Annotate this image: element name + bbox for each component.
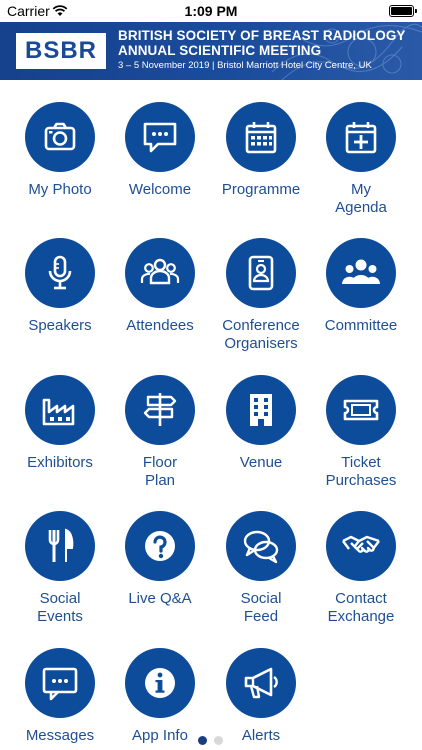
handshake-icon [342, 535, 380, 553]
factory-circle[interactable] [25, 375, 95, 445]
menu-tile-venue[interactable]: Venue [206, 375, 316, 505]
menu-tile-exhibitors[interactable]: Exhibitors [5, 375, 115, 505]
menu-tile-social-feed[interactable]: Social Feed [206, 511, 316, 641]
camera-circle[interactable] [25, 102, 95, 172]
menu-tile-my-photo[interactable]: My Photo [5, 102, 115, 232]
menu-tile-conference-organisers[interactable]: Conference Organisers [206, 238, 316, 368]
people-group-icon [140, 258, 180, 285]
menu-tile-label: My Photo [28, 181, 92, 198]
menu-tile-label: Contact Exchange [327, 590, 395, 625]
banner-title-line1: BRITISH SOCIETY OF BREAST RADIOLOGY [118, 28, 406, 43]
signpost-circle[interactable] [125, 375, 195, 445]
team-icon [341, 259, 381, 284]
camera-icon [44, 122, 76, 151]
team-circle[interactable] [326, 238, 396, 308]
menu-tile-messages[interactable]: Messages [5, 648, 115, 750]
menu-tile-speakers[interactable]: Speakers [5, 238, 115, 368]
menu-tile-label: My Agenda [335, 181, 387, 216]
menu-tile-label: Venue [239, 454, 283, 471]
menu-tile-app-info[interactable]: App Info [105, 648, 215, 750]
ticket-circle[interactable] [326, 375, 396, 445]
id-badge-circle[interactable] [226, 238, 296, 308]
factory-icon [42, 398, 75, 426]
id-badge-icon [248, 255, 274, 291]
menu-tile-welcome[interactable]: Welcome [105, 102, 215, 232]
menu-tile-label: Conference Organisers [222, 317, 300, 352]
question-icon [145, 531, 175, 561]
building-icon [250, 394, 272, 426]
battery-icon [389, 5, 417, 17]
banner-title-line2: ANNUAL SCIENTIFIC MEETING [118, 42, 322, 58]
menu-tile-ticket-purchases[interactable]: Ticket Purchases [306, 375, 416, 505]
page-dot-inactive[interactable] [214, 736, 223, 745]
menu-tile-floor-plan[interactable]: Floor Plan [105, 375, 215, 505]
menu-tile-contact-exchange[interactable]: Contact Exchange [306, 511, 416, 641]
menu-tile-label: Ticket Purchases [325, 454, 397, 489]
menu-tile-label: Social Feed [240, 590, 282, 625]
menu-tile-live-q-a[interactable]: Live Q&A [105, 511, 215, 641]
menu-tile-alerts[interactable]: Alerts [206, 648, 316, 750]
message-icon [42, 667, 78, 701]
menu-tile-label: Welcome [128, 181, 192, 198]
menu-tile-label: Attendees [126, 317, 194, 334]
event-banner: BSBR BRITISH SOCIETY OF BREAST RADIOLOGY… [0, 22, 422, 80]
calendar-add-circle[interactable] [326, 102, 396, 172]
menu-tile-social-events[interactable]: Social Events [5, 511, 115, 641]
menu-tile-label: Live Q&A [128, 590, 192, 607]
status-time: 1:09 PM [184, 3, 238, 19]
info-icon [145, 668, 175, 698]
info-circle[interactable] [125, 648, 195, 718]
signpost-icon [143, 393, 177, 426]
microphone-circle[interactable] [25, 238, 95, 308]
speech-bubble-icon [143, 122, 177, 153]
menu-tile-committee[interactable]: Committee [306, 238, 416, 368]
calendar-circle[interactable] [226, 102, 296, 172]
status-bar: Carrier 1:09 PM [0, 0, 422, 22]
chat-bubbles-icon [243, 530, 279, 564]
banner-title: BRITISH SOCIETY OF BREAST RADIOLOGY ANNU… [118, 28, 406, 58]
menu-tile-label: Programme [221, 181, 301, 198]
handshake-circle[interactable] [326, 511, 396, 581]
menu-tile-label: Speakers [28, 317, 92, 334]
ticket-icon [343, 399, 379, 421]
cutlery-circle[interactable] [25, 511, 95, 581]
question-circle[interactable] [125, 511, 195, 581]
megaphone-icon [244, 667, 278, 699]
megaphone-circle[interactable] [226, 648, 296, 718]
cutlery-icon [48, 528, 74, 562]
menu-tile-label: Committee [324, 317, 398, 334]
speech-bubble-circle[interactable] [125, 102, 195, 172]
calendar-add-icon [345, 122, 377, 154]
people-group-circle[interactable] [125, 238, 195, 308]
menu-tile-programme[interactable]: Programme [206, 102, 316, 232]
banner-date-location: 3 – 5 November 2019 | Bristol Marriott H… [118, 60, 372, 71]
menu-tile-my-agenda[interactable]: My Agenda [306, 102, 416, 232]
menu-tile-label: Social Events [37, 590, 83, 625]
page-indicator[interactable] [0, 736, 422, 746]
menu-tile-attendees[interactable]: Attendees [105, 238, 215, 368]
calendar-icon [245, 122, 277, 154]
microphone-icon [48, 255, 72, 290]
bsbr-logo: BSBR [16, 33, 106, 69]
building-circle[interactable] [226, 375, 296, 445]
chat-bubbles-circle[interactable] [226, 511, 296, 581]
message-circle[interactable] [25, 648, 95, 718]
menu-tile-label: Floor Plan [142, 454, 178, 489]
menu-tile-label: Exhibitors [27, 454, 93, 471]
page-dot-active[interactable] [198, 736, 207, 745]
